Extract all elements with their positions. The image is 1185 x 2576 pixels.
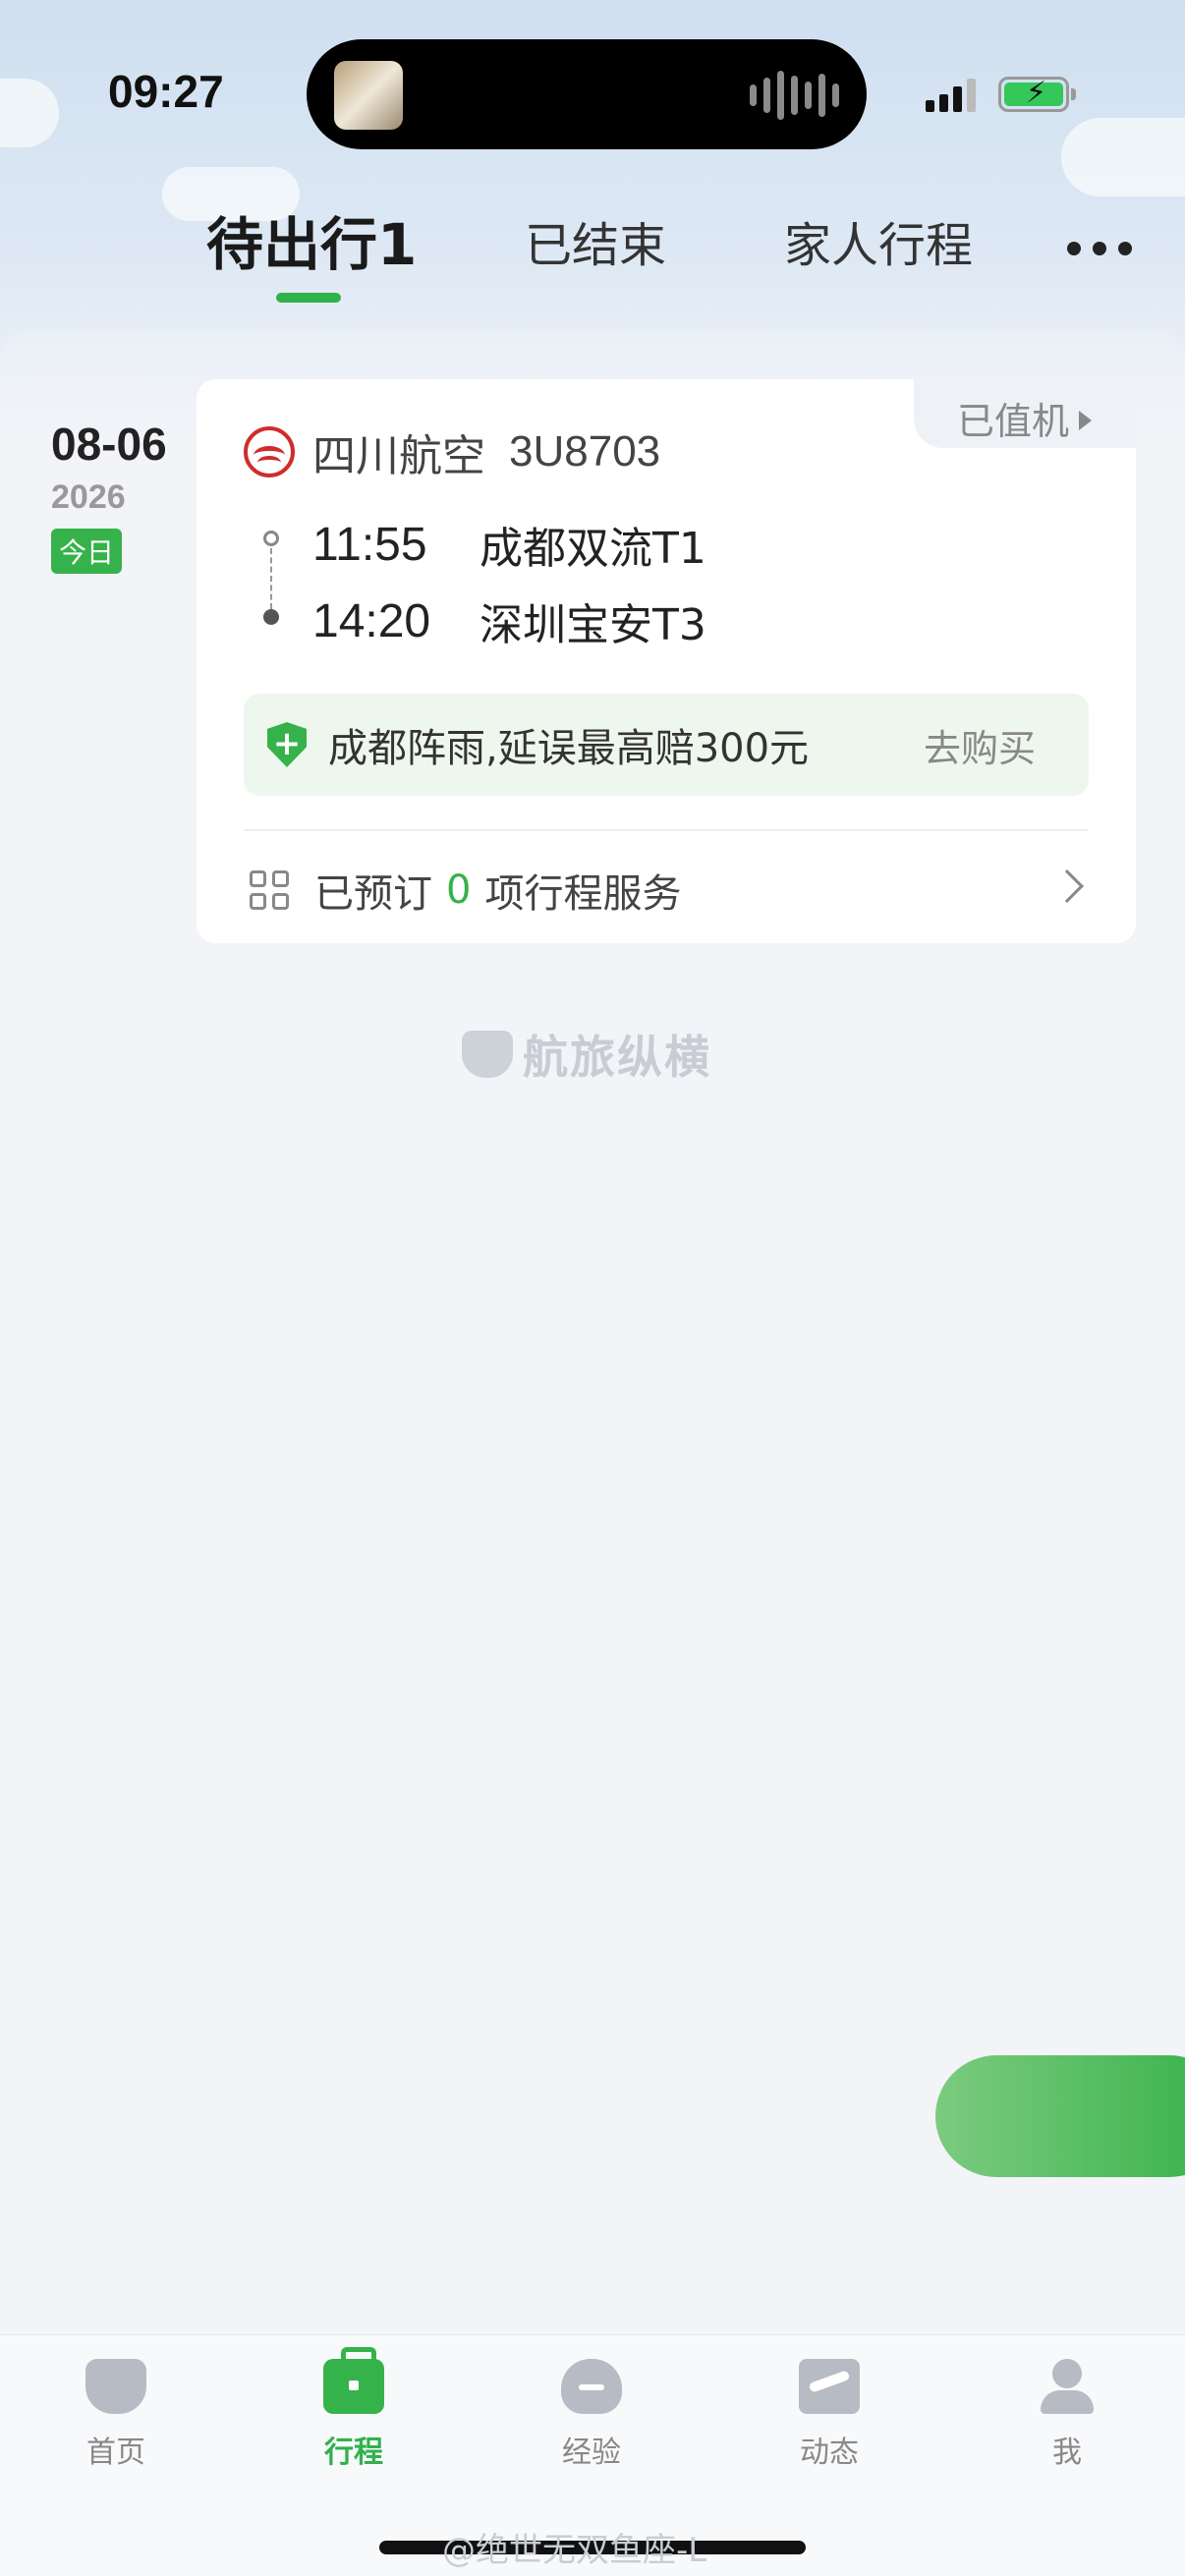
app-watermark: 航旅纵横 [462, 1022, 711, 1087]
shield-plus-icon [267, 722, 307, 767]
caret-right-icon [1079, 411, 1093, 430]
trip-services-row[interactable]: 已预订 0 项行程服务 [250, 861, 1095, 920]
arrival-time: 14:20 [312, 594, 431, 647]
checkin-status-button[interactable]: 已值机 [914, 379, 1136, 448]
nav-experience-label: 经验 [562, 2436, 621, 2470]
trip-tabs: 待出行1 已结束 家人行程 [0, 206, 1185, 314]
delay-insurance-banner[interactable]: 成都阵雨,延误最高赔300元 去购买 [244, 694, 1089, 796]
buy-insurance-button[interactable]: 去购买 [924, 718, 1036, 772]
today-badge: 今日 [51, 529, 123, 574]
nav-home-label: 首页 [86, 2436, 145, 2470]
weibo-credit-watermark: @绝世无双鱼座-L [442, 2531, 707, 2570]
cloud-decoration [0, 79, 59, 147]
sichuan-airlines-logo-icon [244, 426, 295, 477]
flight-card[interactable]: 已值机 四川航空 3U8703 11:55 成都双流T1 14:20 深圳宝安T… [197, 379, 1136, 943]
services-prefix: 已预订 [314, 871, 432, 917]
departure-airport: 成都双流T1 [480, 524, 706, 574]
departure-segment: 11:55 成都双流T1 [312, 513, 706, 576]
trip-bag-icon [323, 2347, 384, 2414]
profile-icon [1037, 2359, 1098, 2414]
departure-time: 11:55 [312, 518, 427, 571]
home-icon [85, 2359, 146, 2414]
trip-date-day: 08-06 [51, 419, 167, 470]
chevron-right-icon [1050, 869, 1084, 903]
divider [244, 829, 1089, 831]
grid-icon [250, 870, 289, 910]
battery-charging-icon: ⚡ [998, 77, 1076, 112]
insurance-text: 成都阵雨,延误最高赔300元 [328, 726, 810, 771]
experience-icon [561, 2359, 622, 2414]
services-count: 0 [446, 868, 472, 913]
checkin-status-label: 已值机 [957, 400, 1070, 443]
audio-waveform-icon [750, 71, 839, 120]
nav-flight-status[interactable]: 动态 [751, 2359, 908, 2471]
trip-date: 08-06 2026 今日 [51, 418, 167, 574]
airline-row: 四川航空 3U8703 [244, 420, 660, 483]
route-timeline [261, 531, 281, 629]
watermark-text: 航旅纵横 [523, 1031, 711, 1084]
arrival-segment: 14:20 深圳宝安T3 [312, 589, 706, 652]
active-tab-indicator [276, 293, 341, 303]
tab-finished[interactable]: 已结束 [525, 206, 666, 275]
nav-trips[interactable]: 行程 [275, 2347, 432, 2471]
trip-date-year: 2026 [51, 478, 126, 516]
nav-experience[interactable]: 经验 [513, 2359, 670, 2471]
more-dots-icon[interactable] [1067, 242, 1132, 255]
nav-trips-label: 行程 [324, 2436, 383, 2470]
flight-status-icon [799, 2359, 860, 2414]
status-time: 09:27 [108, 66, 224, 117]
tab-family-trips[interactable]: 家人行程 [784, 206, 973, 275]
services-suffix: 项行程服务 [484, 871, 682, 917]
nav-profile[interactable]: 我 [988, 2359, 1146, 2471]
nav-home[interactable]: 首页 [37, 2359, 195, 2471]
floating-action-button[interactable] [935, 2055, 1185, 2177]
now-playing-thumbnail [334, 61, 403, 130]
flight-number: 3U8703 [509, 427, 661, 476]
signal-icon [926, 79, 976, 112]
dynamic-island[interactable] [307, 39, 867, 149]
app-logo-icon [462, 1031, 513, 1078]
cloud-decoration [1061, 118, 1185, 196]
nav-flight-status-label: 动态 [800, 2436, 859, 2470]
tab-upcoming[interactable]: 待出行1 [206, 198, 417, 281]
airline-name: 四川航空 [312, 431, 485, 481]
nav-profile-label: 我 [1052, 2436, 1082, 2470]
arrival-airport: 深圳宝安T3 [480, 600, 706, 650]
